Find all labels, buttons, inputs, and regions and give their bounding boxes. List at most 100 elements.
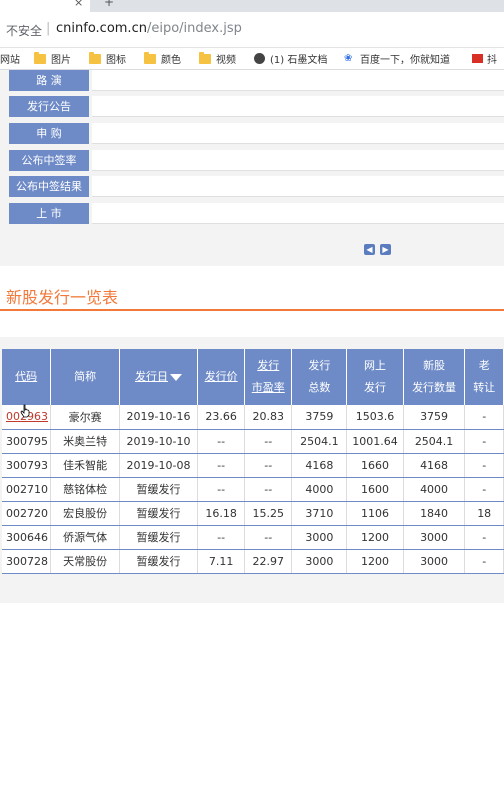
step-row-bar xyxy=(92,70,504,91)
step-row: 公布中签率 xyxy=(0,150,504,176)
cell-total-issue: 3000 xyxy=(291,525,348,550)
cell-issue-price: -- xyxy=(197,453,246,478)
cell-new-shares: 2504.1 xyxy=(403,429,466,454)
bookmark-label: 抖 xyxy=(487,55,497,66)
cell-code[interactable]: 300646 xyxy=(2,525,52,550)
cell-issue-date: 暂缓发行 xyxy=(119,501,199,526)
table-row[interactable]: 002710 慈铭体检 暂缓发行 -- -- 4000 1600 4000- xyxy=(2,477,504,502)
cell-code[interactable]: 300728 xyxy=(2,549,52,574)
step-row-bar xyxy=(92,176,504,197)
bookmark-colors[interactable]: 颜色 xyxy=(144,51,181,66)
cell-issue-price: 16.18 xyxy=(197,501,246,526)
cell-new-shares: 3000 xyxy=(403,525,466,550)
table-row[interactable]: 300793 佳禾智能 2019-10-08 -- -- 4168 1660 4168- xyxy=(2,453,504,478)
cell-code[interactable]: 002720 xyxy=(2,501,52,526)
table-row[interactable]: 300728 天常股份 暂缓发行 7.11 22.97 3000 1200 3000- xyxy=(2,549,504,574)
cell-code[interactable]: 002710 xyxy=(2,477,52,502)
url-host: cninfo.com.cn xyxy=(56,21,147,36)
table-row[interactable]: 300795 米奥兰特 2019-10-10 -- -- 2504.1 1001.64 250… xyxy=(2,429,504,454)
next-page-icon[interactable]: ▶ xyxy=(380,244,391,255)
cell-issue-price: -- xyxy=(197,477,246,502)
folder-icon xyxy=(89,51,101,64)
bookmark-baidu[interactable]: ❀ 百度一下，你就知道 xyxy=(344,51,450,66)
bookmark-label: 图片 xyxy=(51,55,71,66)
cell-issue-date: 2019-10-08 xyxy=(119,453,199,478)
table-row[interactable]: 300646 侨源气体 暂缓发行 -- -- 3000 1200 3000- xyxy=(2,525,504,550)
cell-new-shares: 3000 xyxy=(403,549,466,574)
bookmark-label: (1) 石墨文档 xyxy=(270,55,328,66)
cell-new-shares: 3759 xyxy=(403,405,466,430)
bookmark-images[interactable]: 图片 xyxy=(34,51,71,66)
bookmark-websites[interactable]: 网站 xyxy=(0,51,20,66)
cell-name: 宏良股份 xyxy=(50,501,120,526)
new-tab-icon[interactable]: + xyxy=(104,0,114,9)
cell-issue-price: -- xyxy=(197,525,246,550)
step-lottery-rate-button[interactable]: 公布中签率 xyxy=(9,150,89,171)
cell-total-issue: 2504.1 xyxy=(291,429,348,454)
col-pe-ratio-header[interactable]: 发行 市盈率 xyxy=(244,349,293,405)
cell-pe-ratio: -- xyxy=(244,453,293,478)
col-online-issue-header: 网上 发行 xyxy=(346,349,404,405)
bookmarks-bar: 网站 图片 图标 颜色 视频 (1) 石墨文档 ❀ 百度一下，你就知道 抖 xyxy=(0,48,504,70)
cell-online-issue: 1001.64 xyxy=(346,429,404,454)
section-title: 新股发行一览表 xyxy=(6,288,119,307)
sort-desc-icon[interactable] xyxy=(170,373,182,381)
bookmark-label: 颜色 xyxy=(161,55,181,66)
cell-code[interactable]: 300795 xyxy=(2,429,52,454)
folder-icon xyxy=(199,51,211,64)
mouse-cursor-icon xyxy=(20,404,30,418)
bookmark-label: 视频 xyxy=(216,55,236,66)
cell-pe-ratio: -- xyxy=(244,429,293,454)
bookmark-shimo[interactable]: (1) 石墨文档 xyxy=(254,51,327,66)
step-roadshow-button[interactable]: 路 演 xyxy=(9,70,89,91)
url-text[interactable]: cninfo.com.cn/eipo/index.jsp xyxy=(56,21,242,36)
prev-page-icon[interactable]: ◀ xyxy=(364,244,375,255)
section-divider xyxy=(0,309,504,311)
cell-issue-date: 暂缓发行 xyxy=(119,525,199,550)
bookmark-label: 图标 xyxy=(106,55,126,66)
cell-old-shares: - xyxy=(464,405,504,430)
step-subscribe-button[interactable]: 申 购 xyxy=(9,123,89,144)
security-label[interactable]: 不安全 xyxy=(6,22,42,39)
step-listing-button[interactable]: 上 市 xyxy=(9,203,89,224)
cell-total-issue: 3710 xyxy=(291,501,348,526)
step-row: 路 演 xyxy=(0,70,504,96)
cell-name: 侨源气体 xyxy=(50,525,120,550)
step-lottery-result-button[interactable]: 公布中签结果 xyxy=(9,176,89,197)
col-issue-price-header[interactable]: 发行价 xyxy=(197,349,246,405)
step-row-bar xyxy=(92,203,504,224)
step-row-bar xyxy=(92,150,504,171)
ipo-table: 代码 简称 发行日 发行价 发行 市盈率 发行 总数 网上 发行 新股 发行数量 老转让… xyxy=(2,349,504,574)
table-row[interactable]: 002720 宏良股份 暂缓发行 16.18 15.25 3710 1106 1840 18 xyxy=(2,501,504,526)
bookmark-icons[interactable]: 图标 xyxy=(89,51,126,66)
cell-issue-date: 2019-10-10 xyxy=(119,429,199,454)
cell-name: 佳禾智能 xyxy=(50,453,120,478)
folder-icon xyxy=(34,51,46,64)
cell-total-issue: 4000 xyxy=(291,477,348,502)
step-row: 上 市 xyxy=(0,203,504,229)
cell-code[interactable]: 300793 xyxy=(2,453,52,478)
cell-new-shares: 4168 xyxy=(403,453,466,478)
cell-pe-ratio: 20.83 xyxy=(244,405,293,430)
step-announcement-button[interactable]: 发行公告 xyxy=(9,96,89,117)
cell-issue-date: 暂缓发行 xyxy=(119,477,199,502)
table-row[interactable]: 002963豪尔赛2019-10-1623.6620.8337591503.63… xyxy=(2,405,504,430)
cell-new-shares: 1840 xyxy=(403,501,466,526)
col-issue-date-header[interactable]: 发行日 xyxy=(119,349,199,405)
baidu-icon: ❀ xyxy=(344,53,353,64)
table-header-row: 代码 简称 发行日 发行价 发行 市盈率 发行 总数 网上 发行 新股 发行数量 老转让 xyxy=(2,349,504,405)
col-code-header[interactable]: 代码 xyxy=(2,349,52,405)
cell-old-shares: - xyxy=(464,429,504,454)
cell-pe-ratio: -- xyxy=(244,525,293,550)
bookmark-douyin[interactable]: 抖 xyxy=(472,51,497,66)
cell-old-shares: - xyxy=(464,453,504,478)
cell-pe-ratio: -- xyxy=(244,477,293,502)
cell-old-shares: - xyxy=(464,477,504,502)
cell-total-issue: 3000 xyxy=(291,549,348,574)
address-bar[interactable]: 不安全 | cninfo.com.cn/eipo/index.jsp xyxy=(0,12,504,48)
tab-close-icon[interactable]: × xyxy=(74,0,83,9)
cell-old-shares: 18 xyxy=(464,501,504,526)
active-tab[interactable]: × xyxy=(0,0,90,12)
folder-icon xyxy=(144,51,156,64)
bookmark-videos[interactable]: 视频 xyxy=(199,51,236,66)
